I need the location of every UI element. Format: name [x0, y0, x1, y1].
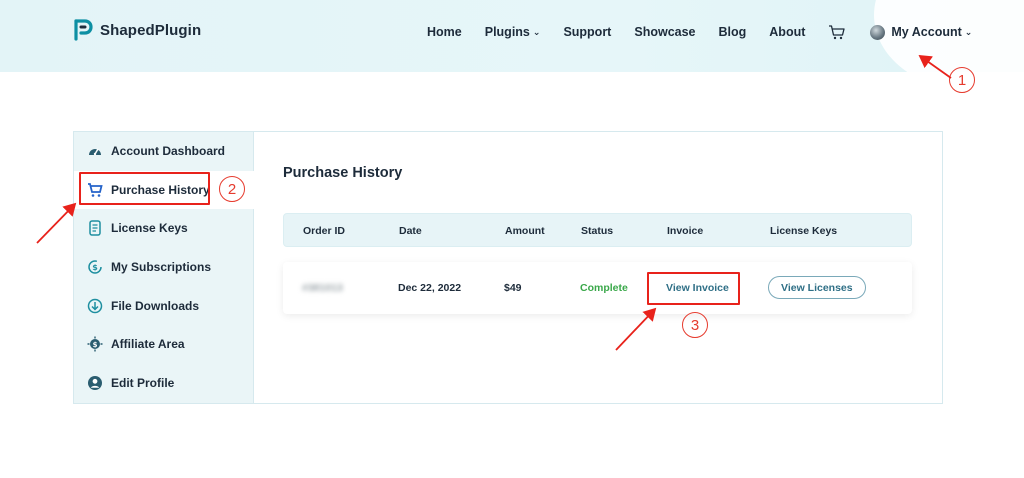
nav-support[interactable]: Support	[563, 25, 611, 39]
main-nav: Home Plugins ⌄ Support Showcase Blog Abou…	[427, 24, 995, 40]
table-row: #381013 Dec 22, 2022 $49 Complete View I…	[283, 262, 912, 314]
brand-name: ShapedPlugin	[100, 21, 202, 39]
svg-text:$: $	[93, 341, 98, 349]
highlight-purchase-history	[79, 172, 210, 205]
nav-showcase[interactable]: Showcase	[634, 25, 695, 39]
sidebar-item-edit-profile[interactable]: Edit Profile	[74, 364, 254, 402]
nav-home[interactable]: Home	[427, 25, 462, 39]
logo[interactable]: ShapedPlugin	[73, 18, 201, 42]
column-header-date: Date	[399, 225, 422, 237]
order-amount: $49	[504, 282, 522, 294]
nav-about[interactable]: About	[769, 25, 805, 39]
status-badge: Complete	[580, 282, 628, 294]
nav-plugins[interactable]: Plugins ⌄	[485, 25, 541, 39]
highlight-view-invoice	[647, 272, 740, 305]
column-header-order-id: Order ID	[303, 225, 346, 237]
subscription-icon: $	[87, 259, 103, 275]
step-2-marker: 2	[219, 176, 245, 202]
nav-blog[interactable]: Blog	[719, 25, 747, 39]
license-icon	[87, 220, 103, 236]
chevron-down-icon: ⌄	[532, 26, 541, 37]
sidebar-item-account-dashboard[interactable]: Account Dashboard	[74, 132, 254, 170]
sidebar-item-affiliate-area[interactable]: $ Affiliate Area	[74, 325, 254, 363]
sidebar-item-license-keys[interactable]: License Keys	[74, 209, 254, 247]
logo-icon	[74, 19, 93, 41]
arrow-to-purchase-history	[36, 202, 77, 244]
column-header-license-keys: License Keys	[770, 225, 838, 237]
site-header: ShapedPlugin Home Plugins ⌄ Support Showc…	[0, 0, 1024, 72]
order-date: Dec 22, 2022	[398, 282, 462, 294]
column-header-invoice: Invoice	[667, 225, 704, 237]
sidebar-item-my-subscriptions[interactable]: $ My Subscriptions	[74, 248, 254, 286]
sidebar-item-file-downloads[interactable]: File Downloads	[74, 287, 254, 325]
step-1-marker: 1	[949, 67, 975, 93]
cart-icon[interactable]	[828, 24, 846, 40]
svg-text:$: $	[92, 263, 98, 272]
order-id: #381013	[302, 282, 343, 294]
gauge-icon	[87, 143, 103, 159]
step-3-marker: 3	[682, 312, 708, 338]
page-title: Purchase History	[283, 165, 403, 181]
avatar	[870, 24, 886, 40]
chevron-down-icon: ⌄	[964, 26, 973, 37]
table-header: Order ID Date Amount Status Invoice Lice…	[283, 213, 912, 247]
column-header-amount: Amount	[505, 225, 545, 237]
affiliate-icon: $	[87, 336, 103, 352]
nav-my-account[interactable]: My Account ⌄	[870, 24, 973, 40]
profile-icon	[87, 375, 103, 391]
view-licenses-button[interactable]: View Licenses	[768, 276, 866, 299]
download-icon	[87, 298, 103, 314]
column-header-status: Status	[581, 225, 614, 237]
